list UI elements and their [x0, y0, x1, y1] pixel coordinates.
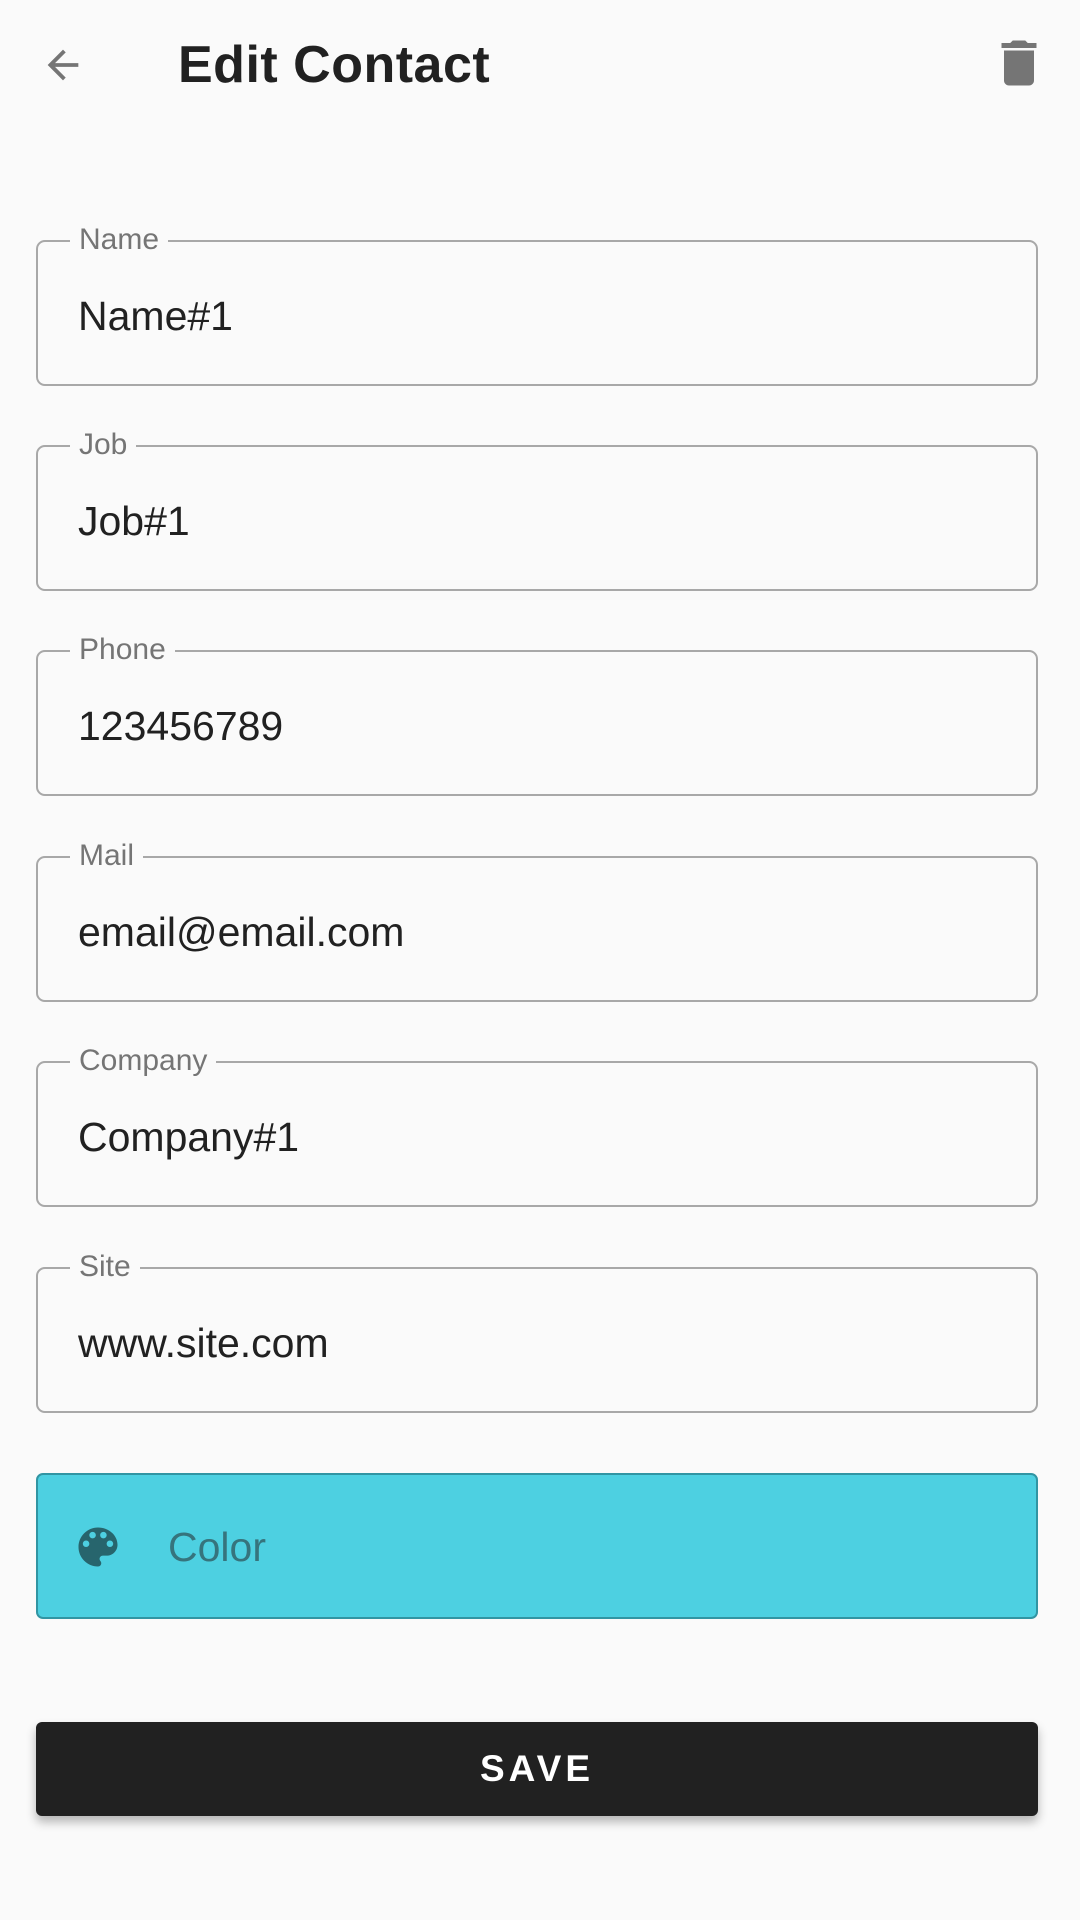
site-field[interactable]: Site www.site.com	[36, 1249, 1038, 1413]
color-picker-button[interactable]: Color	[36, 1473, 1038, 1619]
app-bar: Edit Contact	[0, 0, 1080, 130]
job-field[interactable]: Job Job#1	[36, 427, 1038, 591]
palette-icon	[78, 1527, 118, 1567]
site-field-label: Site	[70, 1249, 140, 1285]
phone-field-value[interactable]: 123456789	[78, 702, 998, 750]
company-field[interactable]: Company Company#1	[36, 1043, 1038, 1207]
arrow-back-icon	[47, 49, 79, 81]
company-field-label: Company	[70, 1043, 217, 1079]
job-field-label: Job	[70, 427, 137, 463]
delete-button[interactable]	[984, 28, 1054, 98]
name-field[interactable]: Name Name#1	[36, 222, 1038, 386]
site-field-value[interactable]: www.site.com	[78, 1319, 998, 1367]
name-field-value[interactable]: Name#1	[78, 292, 998, 340]
trash-icon	[1001, 40, 1037, 86]
job-field-value[interactable]: Job#1	[78, 497, 998, 545]
mail-field[interactable]: Mail email@email.com	[36, 838, 1038, 1002]
mail-field-value[interactable]: email@email.com	[78, 908, 998, 956]
company-field-value[interactable]: Company#1	[78, 1113, 998, 1161]
page-title: Edit Contact	[178, 36, 491, 94]
phone-field-label: Phone	[70, 632, 175, 668]
mail-field-label: Mail	[70, 838, 144, 874]
phone-field[interactable]: Phone 123456789	[36, 632, 1038, 796]
color-button-label: Color	[168, 1524, 266, 1570]
save-button[interactable]: SAVE	[36, 1722, 1038, 1816]
back-button[interactable]	[28, 30, 98, 100]
name-field-label: Name	[70, 222, 169, 258]
